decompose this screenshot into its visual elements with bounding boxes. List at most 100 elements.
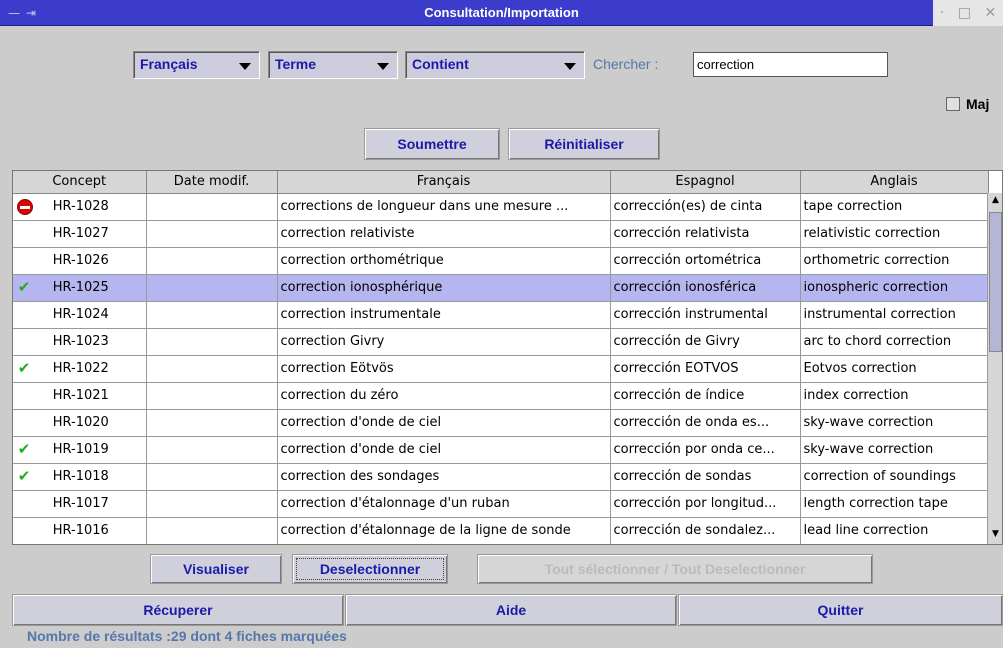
cell-espagnol: corrección de sondalez... [610,517,801,544]
cell-francais: correction d'étalonnage de la ligne de s… [277,517,611,544]
cell-espagnol-text: corrección(es) de cinta [613,199,763,214]
cell-francais-text: correction ionosphérique [280,280,443,295]
cell-francais-text: correction relativiste [280,226,415,241]
chevron-down-icon [239,63,251,70]
column-header-espagnol[interactable]: Espagnol [610,171,801,194]
select-all-button[interactable]: Tout sélectionner / Tout Deselectionner [477,554,873,584]
cell-francais-text: correction instrumentale [280,307,441,322]
scroll-up-icon[interactable]: ▲ [989,195,1002,209]
cell-anglais: lead line correction [800,517,989,544]
table-row[interactable]: HR-1026 correction orthométrique correcció… [13,247,989,275]
cell-francais-text: correction des sondages [280,469,440,484]
cell-anglais: correction of soundings [800,463,989,491]
cell-espagnol-text: corrección por longitud... [613,496,777,511]
window-controls: · □ ✕ [933,0,1003,26]
language-select[interactable]: Français [133,51,260,79]
maj-checkbox-group[interactable]: Maj [946,96,989,112]
cell-espagnol: corrección de índice [610,382,801,410]
cell-concept: ✔ HR-1022 [13,355,147,383]
help-button[interactable]: Aide [345,594,677,626]
cell-espagnol: corrección EOTVOS [610,355,801,383]
cell-francais: correction des sondages [277,463,611,491]
cell-espagnol-text: corrección de índice [613,388,745,403]
cell-francais: correction d'onde de ciel [277,409,611,437]
maj-checkbox[interactable] [946,97,960,111]
table-scrollbar[interactable]: ▲ ▼ [987,193,1002,544]
cell-anglais-text: ionospheric correction [803,280,949,295]
table-row[interactable]: ✔ HR-1022 correction Eötvös corrección EOTV… [13,355,989,383]
cell-date [146,463,278,491]
cell-anglais-text: tape correction [803,199,903,214]
cell-concept-text: HR-1023 [52,334,109,349]
table-row[interactable]: HR-1020 correction d'onde de ciel correcci… [13,409,989,437]
submit-button[interactable]: Soumettre [364,128,500,160]
cell-date [146,382,278,410]
cell-concept: ✔ HR-1025 [13,274,147,302]
cell-espagnol-text: corrección EOTVOS [613,361,739,376]
cell-concept-text: HR-1017 [52,496,109,511]
quit-button[interactable]: Quitter [678,594,1003,626]
language-select-value: Français [140,56,198,72]
cell-francais: correction d'onde de ciel [277,436,611,464]
checkmark-icon: ✔ [17,358,31,377]
table-row[interactable]: HR-1028 corrections de longueur dans une … [13,193,989,221]
chevron-down-icon [564,63,576,70]
close-icon[interactable]: ✕ [984,5,996,21]
cell-espagnol: corrección de Givry [610,328,801,356]
cell-anglais-text: length correction tape [803,496,948,511]
cell-anglais-text: sky-wave correction [803,415,934,430]
cell-francais: corrections de longueur dans une mesure … [277,193,611,221]
cell-concept: HR-1021 [13,382,147,410]
table-row[interactable]: HR-1024 correction instrumentale correcció… [13,301,989,329]
cell-concept: HR-1016 [13,517,147,544]
cell-date [146,517,278,544]
table-row[interactable]: ✔ HR-1019 correction d'onde de ciel correcc… [13,436,989,464]
table-row[interactable]: ✔ HR-1018 correction des sondages correcció… [13,463,989,491]
retrieve-button[interactable]: Récuperer [12,594,344,626]
scroll-down-icon[interactable]: ▼ [989,529,1002,543]
cell-espagnol-text: corrección instrumental [613,307,768,322]
table-row[interactable]: HR-1017 correction d'étalonnage d'un ruba… [13,490,989,518]
maximize-icon[interactable]: □ [958,5,971,21]
column-header-concept[interactable]: Concept [13,171,147,194]
cell-francais-text: correction d'onde de ciel [280,442,442,457]
deselect-button[interactable]: Deselectionner [292,554,448,584]
operator-select[interactable]: Contient [405,51,585,79]
search-input[interactable] [693,52,888,77]
cell-espagnol: corrección por onda ce... [610,436,801,464]
view-button[interactable]: Visualiser [150,554,282,584]
maj-label: Maj [966,96,990,112]
cell-francais: correction Eötvös [277,355,611,383]
cell-concept: ✔ HR-1019 [13,436,147,464]
cell-espagnol: corrección de onda es... [610,409,801,437]
cell-espagnol: corrección ortométrica [610,247,801,275]
cell-anglais: index correction [800,382,989,410]
cell-francais-text: correction Givry [280,334,385,349]
reset-button[interactable]: Réinitialiser [508,128,660,160]
search-label: Chercher : [593,56,659,72]
table-header-row: Concept Date modif. Français Espagnol An… [13,171,989,194]
cell-concept: HR-1027 [13,220,147,248]
field-select-value: Terme [275,56,316,72]
cell-date [146,490,278,518]
column-header-anglais[interactable]: Anglais [800,171,989,194]
column-header-francais[interactable]: Français [277,171,611,194]
table-row[interactable]: HR-1023 correction Givry corrección de Giv… [13,328,989,356]
cell-anglais: ionospheric correction [800,274,989,302]
table-row[interactable]: ✔ HR-1025 correction ionosphérique correcci… [13,274,989,302]
checkmark-icon: ✔ [17,277,31,296]
cell-francais: correction ionosphérique [277,274,611,302]
table-row[interactable]: HR-1021 correction du zéro corrección de í… [13,382,989,410]
minimize-icon[interactable]: · [940,5,944,21]
table-row[interactable]: HR-1027 correction relativiste corrección … [13,220,989,248]
cell-francais: correction d'étalonnage d'un ruban [277,490,611,518]
cell-anglais-text: orthometric correction [803,253,950,268]
cell-concept: HR-1020 [13,409,147,437]
column-header-date[interactable]: Date modif. [146,171,278,194]
cell-date [146,301,278,329]
cell-anglais: tape correction [800,193,989,221]
cell-anglais: arc to chord correction [800,328,989,356]
scrollbar-thumb[interactable] [989,212,1002,352]
field-select[interactable]: Terme [268,51,398,79]
table-row[interactable]: HR-1016 correction d'étalonnage de la lig… [13,517,989,544]
